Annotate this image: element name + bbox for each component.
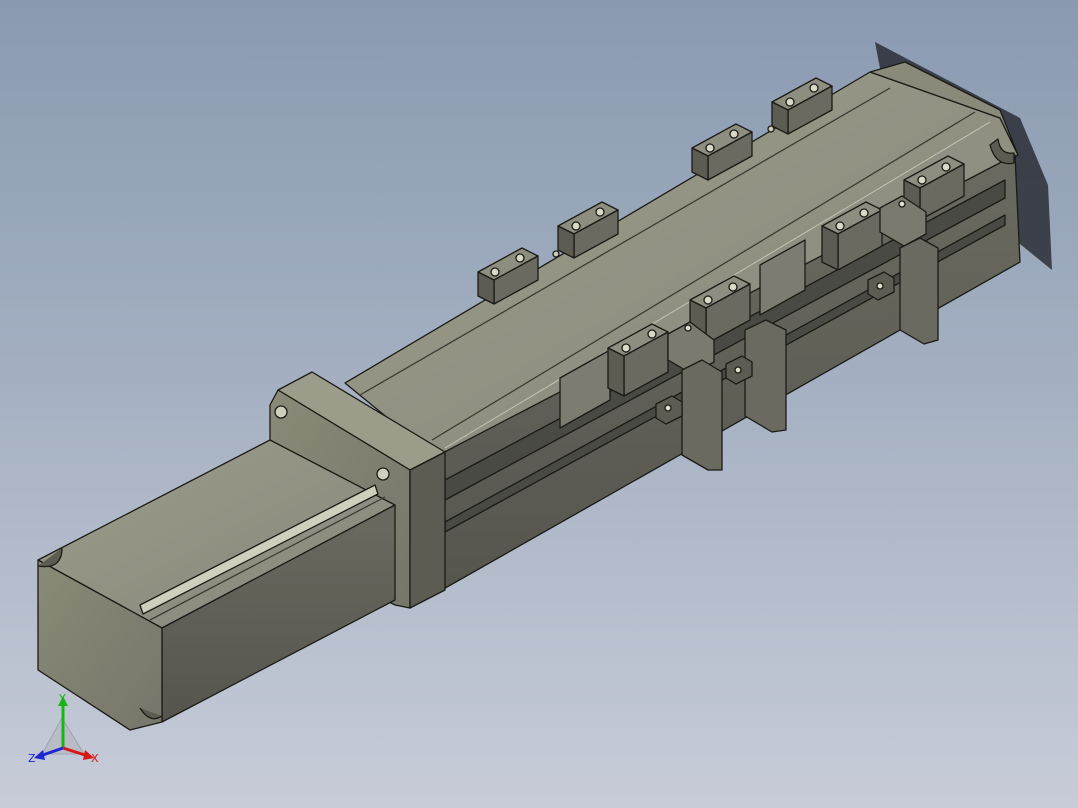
rail-hole (552, 250, 560, 258)
orientation-triad[interactable]: Y X Z (22, 690, 112, 770)
y-axis-label: Y (58, 692, 66, 705)
flange-side (409, 451, 446, 609)
flange-bolt-hole (274, 405, 288, 419)
flange-bolt-hole (376, 467, 390, 481)
cad-viewport[interactable]: Y X Z (0, 0, 1078, 808)
x-axis-label: X (91, 752, 99, 765)
rail-hole (767, 125, 775, 133)
actuator-model[interactable] (0, 0, 1078, 808)
z-axis-label: Z (28, 752, 36, 765)
